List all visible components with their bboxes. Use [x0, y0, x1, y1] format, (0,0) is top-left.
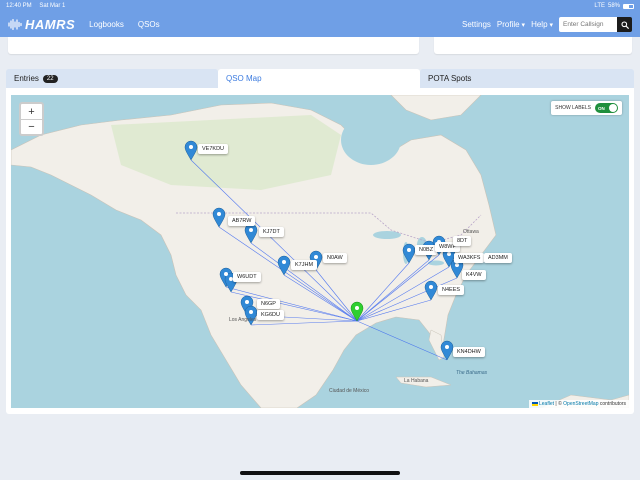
- callsign-label[interactable]: KN4DHW: [453, 347, 485, 357]
- attribution-suffix: contributors: [598, 401, 626, 407]
- map-attribution: Leaflet | © OpenStreetMap contributors: [528, 400, 629, 408]
- tab-entries[interactable]: Entries 22: [6, 69, 218, 88]
- show-labels-switch[interactable]: ON: [595, 103, 618, 113]
- ios-status-bar: 12:40 PM Sat Mar 1 LTE 58%: [0, 0, 640, 12]
- nav-qsos[interactable]: QSOs: [138, 20, 160, 29]
- tab-pota-spots-label: POTA Spots: [428, 74, 472, 83]
- hudson-bay: [341, 115, 401, 165]
- zoom-control: + −: [19, 102, 44, 136]
- brand-logo[interactable]: HAMRS: [8, 17, 75, 32]
- callsign-label[interactable]: VE7KDU: [198, 144, 229, 154]
- qso-entry-card: [8, 37, 419, 54]
- lake-erie: [428, 260, 444, 266]
- top-navbar: HAMRS Logbooks QSOs Settings Profile Hel…: [0, 12, 640, 37]
- bottom-tabs: Entries 22 QSO Map POTA Spots: [6, 69, 634, 88]
- switch-state-label: ON: [598, 105, 605, 111]
- callsign-label[interactable]: KJ7DT: [259, 227, 284, 237]
- callsign-label[interactable]: K4VW: [462, 270, 486, 280]
- tab-qso-map[interactable]: QSO Map: [218, 69, 420, 88]
- show-labels-control: SHOW LABELS ON: [551, 101, 622, 115]
- battery-icon: [623, 3, 634, 9]
- greenland-land: [390, 95, 482, 121]
- search-button[interactable]: [617, 17, 632, 32]
- nav-profile-dropdown[interactable]: Profile: [497, 20, 525, 29]
- attribution-separator: | ©: [554, 401, 564, 407]
- callsign-label[interactable]: N0BZ: [415, 245, 438, 255]
- waveform-icon: [8, 19, 22, 30]
- place-label: Los Angeles: [229, 317, 257, 323]
- nav-settings[interactable]: Settings: [462, 20, 491, 29]
- network-label: LTE: [594, 3, 605, 9]
- status-time: 12:40 PM: [6, 3, 32, 9]
- callsign-search-input[interactable]: [559, 17, 617, 32]
- leaflet-link[interactable]: Leaflet: [539, 401, 554, 407]
- nav-logbooks[interactable]: Logbooks: [89, 20, 124, 29]
- callsign-label[interactable]: N0AW: [323, 253, 347, 263]
- callsign-label[interactable]: AD3MM: [484, 253, 512, 263]
- callsign-label[interactable]: WA3KFS: [454, 253, 485, 263]
- callsign-label[interactable]: N6GP: [257, 299, 280, 309]
- osm-link[interactable]: OpenStreetMap: [563, 401, 598, 407]
- nav-help-dropdown[interactable]: Help: [531, 20, 553, 29]
- callsign-label[interactable]: KG6DU: [257, 310, 284, 320]
- tab-pota-spots[interactable]: POTA Spots: [420, 69, 634, 88]
- zoom-out-button[interactable]: −: [21, 119, 42, 134]
- show-labels-text: SHOW LABELS: [555, 105, 591, 111]
- place-label: Ciudad de México: [329, 388, 370, 394]
- switch-knob: [609, 104, 617, 112]
- callsign-label[interactable]: 8DT: [453, 236, 472, 246]
- qso-map[interactable]: VE7KDU AB7RW KJ7DT K7JHM N0AW W6UDT N6GP…: [11, 95, 629, 408]
- callsign-label[interactable]: AB7RW: [228, 216, 256, 226]
- callsign-label[interactable]: N4EES: [438, 285, 465, 295]
- brand-name: HAMRS: [25, 17, 76, 32]
- callsign-label[interactable]: W6UDT: [233, 272, 261, 282]
- lake-superior: [373, 231, 401, 239]
- lookup-card: [434, 37, 632, 54]
- place-label: La Habana: [404, 378, 429, 384]
- battery-percent: 58%: [607, 3, 620, 9]
- place-label: The Bahamas: [456, 370, 488, 376]
- tab-qso-map-label: QSO Map: [226, 74, 262, 83]
- callsign-label[interactable]: K7JHM: [291, 260, 318, 270]
- zoom-in-button[interactable]: +: [21, 104, 42, 119]
- entries-count-badge: 22: [42, 74, 58, 83]
- ukraine-flag-icon: [531, 401, 538, 406]
- qso-map-panel: VE7KDU AB7RW KJ7DT K7JHM N0AW W6UDT N6GP…: [6, 88, 634, 414]
- tab-entries-label: Entries: [14, 74, 39, 83]
- map-canvas: [11, 95, 629, 408]
- search-icon: [620, 20, 629, 29]
- home-indicator: [240, 471, 400, 475]
- place-label: Ottawa: [463, 229, 479, 235]
- status-date: Sat Mar 1: [39, 3, 66, 9]
